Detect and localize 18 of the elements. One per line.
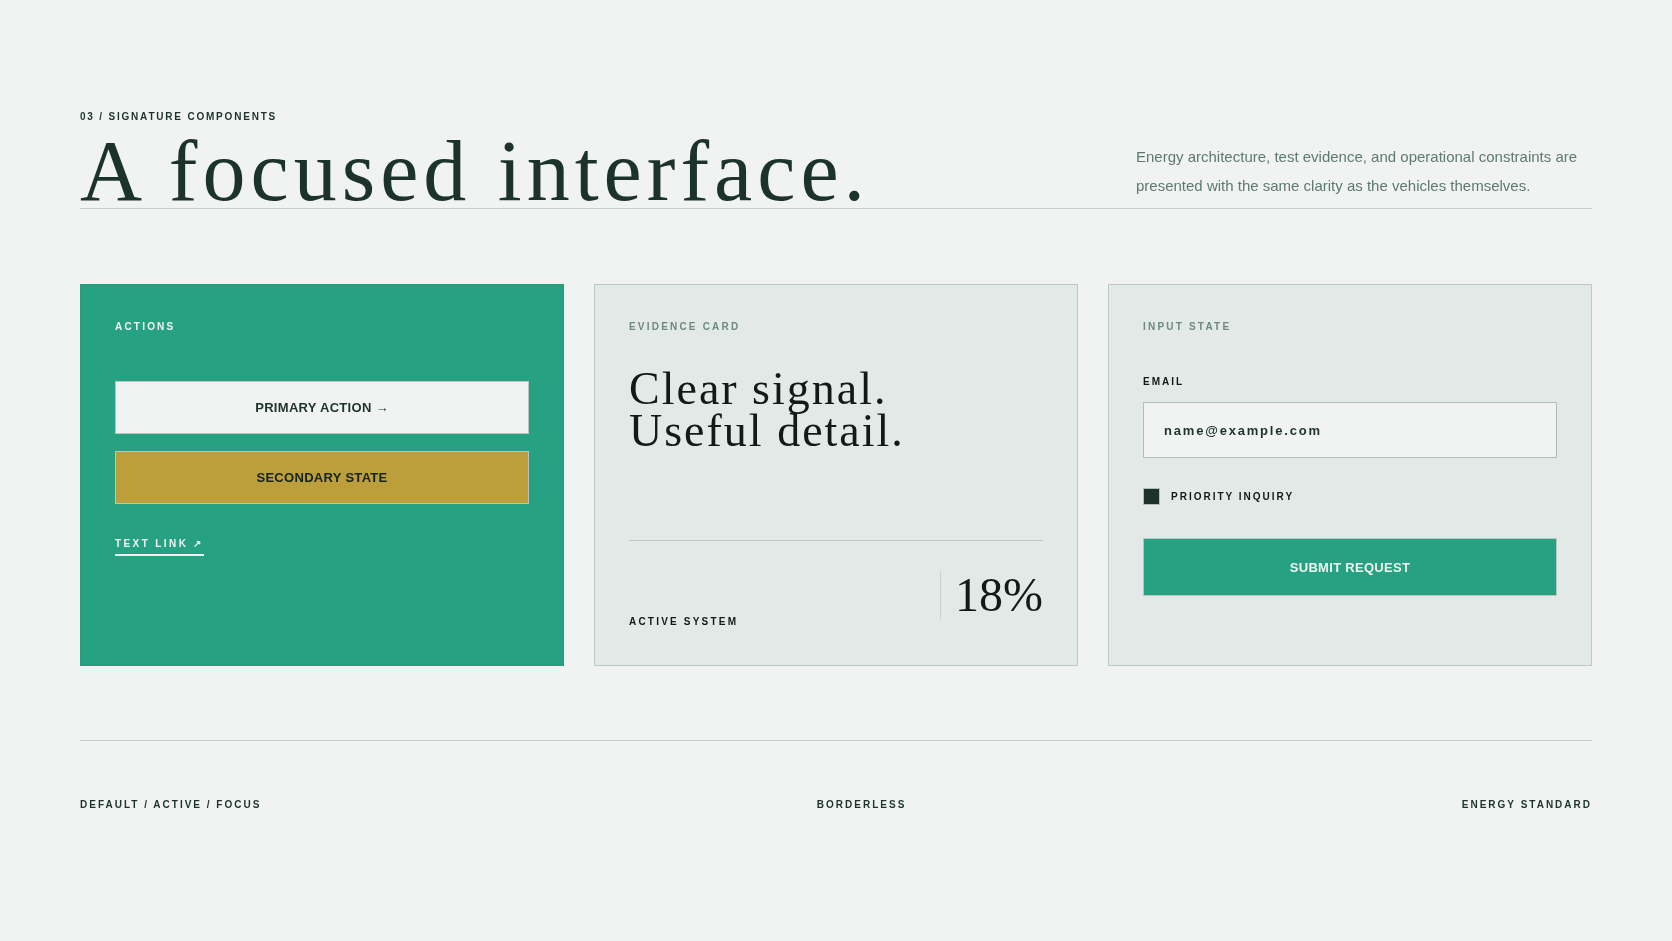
card-headline: Clear signal. Useful detail.: [629, 368, 906, 452]
card-label: ACTIONS: [115, 321, 177, 332]
section-eyebrow: 03 / SIGNATURE COMPONENTS: [80, 111, 279, 122]
card-label: INPUT STATE: [1143, 321, 1233, 332]
secondary-button[interactable]: SECONDARY STATE: [115, 451, 529, 504]
primary-button[interactable]: PRIMARY ACTION →: [115, 381, 529, 434]
email-field[interactable]: name@example.com: [1143, 402, 1557, 458]
card-label: EVIDENCE CARD: [629, 321, 742, 332]
footer-label: ENERGY STANDARD: [1461, 799, 1592, 810]
page-description: Energy architecture, test evidence, and operational constraints are presented with the same clarity as the vehicles themselves.: [1136, 147, 1579, 196]
page-title: A focused interface.: [80, 128, 871, 214]
checkbox-label: PRIORITY INQUIRY: [1171, 491, 1295, 502]
card-caption: ACTIVE SYSTEM: [629, 616, 739, 627]
metric-value: 18%: [940, 571, 1043, 619]
field-label: EMAIL: [1143, 376, 1185, 387]
checkbox[interactable]: [1143, 488, 1160, 505]
footer-label: BORDERLESS: [816, 799, 907, 810]
footer-label: DEFAULT / ACTIVE / FOCUS: [80, 799, 262, 810]
